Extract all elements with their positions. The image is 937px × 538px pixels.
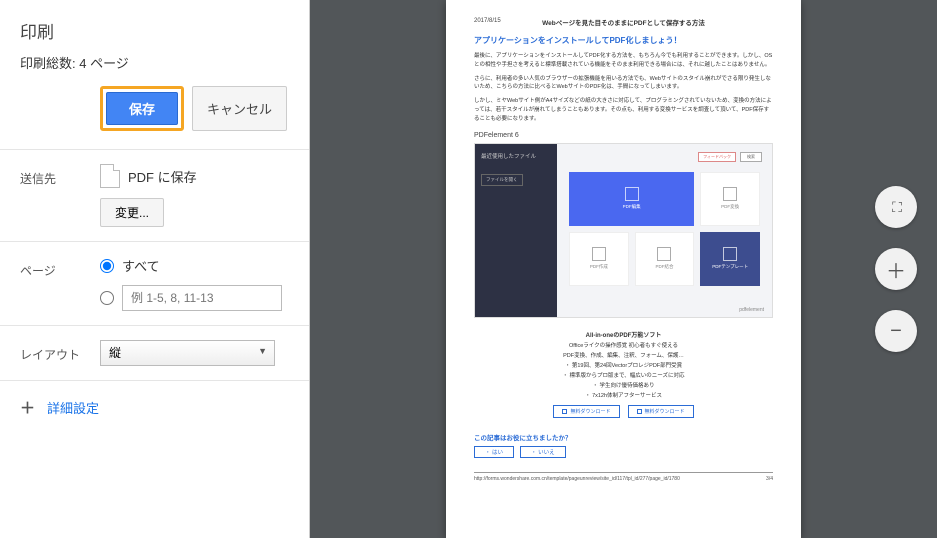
footer-page: 3/4 [766, 476, 773, 482]
preview-page: 2017/8/15 Webページを見た目そのままにPDFとして保存する方法 アプ… [446, 0, 801, 538]
save-button[interactable]: 保存 [106, 92, 178, 125]
zoom-in-button[interactable]: ＋ [875, 248, 917, 290]
app-tile-convert: PDF変換 [700, 172, 760, 226]
pages-range-input[interactable] [122, 285, 282, 311]
pages-section: ページ すべて [0, 241, 309, 325]
layout-label: レイアウト [20, 340, 80, 363]
promo-download-1: 無料ダウンロード [553, 405, 619, 418]
feedback-block: この記事はお役に立ちましたか？ ・ はい ・ いいえ [474, 432, 773, 458]
app-tag-search: 検索 [740, 152, 762, 162]
page-footer: http://forms.wondershare.com.cn/template… [474, 472, 773, 482]
pages-label: ページ [20, 256, 80, 279]
app-sidebar: 最近使用したファイル ファイルを開く [475, 144, 557, 317]
page-p1: 最後に、アプリケーションをインストールしてPDF化する方法を、もちろん今でも利用… [474, 52, 773, 70]
promo-line1: Officeライクの操作感覚 初心者もすぐ使える [474, 341, 773, 349]
plus-icon: ＋ [886, 255, 906, 284]
panel-title: 印刷 [20, 18, 289, 43]
app-screenshot: 最近使用したファイル ファイルを開く フィードバック 検索 PDF編集 PDF変… [474, 143, 773, 318]
destination-label: 送信先 [20, 164, 80, 187]
page-h2: アプリケーションをインストールしてPDF化しましょう！ [474, 35, 773, 46]
change-destination-button[interactable]: 変更... [100, 198, 164, 227]
pages-range-radio[interactable] [100, 291, 114, 305]
app-sidebar-btn: ファイルを開く [481, 174, 523, 186]
cancel-button[interactable]: キャンセル [192, 86, 287, 131]
promo-download-2: 無料ダウンロード [628, 405, 694, 418]
promo-title: All-in-oneのPDF万能ソフト [474, 330, 773, 339]
app-tile-create: PDF作成 [569, 232, 629, 286]
page-h3: PDFelement 6 [474, 132, 773, 139]
promo-bullet2: ・ 標準版からプロ版まで、幅広いのニーズに対応 [474, 371, 773, 379]
promo-bullet3: ・ 学生向け優待価格あり [474, 381, 773, 389]
fit-button[interactable]: ⛶ [875, 186, 917, 228]
zoom-controls: ⛶ ＋ − [875, 186, 917, 352]
promo-line2: PDF変換、作成、編集、注釈、フォーム、保護… [474, 351, 773, 359]
app-sidebar-title: 最近使用したファイル [481, 152, 551, 160]
destination-value: PDF に保存 [128, 167, 197, 186]
footer-url: http://forms.wondershare.com.cn/template… [474, 476, 680, 482]
promo-bullet1: ・ 第19回、第24回VectorプロレジPDF部門受賞 [474, 361, 773, 369]
advanced-label[interactable]: 詳細設定 [47, 398, 99, 417]
pages-range-row[interactable] [100, 285, 289, 311]
page-p3: しかし、ミヤWebサイト側がA4サイズなどの紙の大きさに対応して、プログラミング… [474, 97, 773, 123]
download-icon [562, 409, 567, 414]
app-tile-merge: PDF結合 [635, 232, 695, 286]
fit-icon: ⛶ [892, 199, 900, 216]
template-icon [723, 247, 737, 261]
print-panel: 印刷 印刷総数: 4 ページ 保存 キャンセル 送信先 PDF に保存 変更..… [0, 0, 310, 538]
download-icon [637, 409, 642, 414]
pages-all-label: すべて [122, 256, 160, 275]
pages-all-row[interactable]: すべて [100, 256, 289, 275]
feedback-question: この記事はお役に立ちましたか？ [474, 432, 773, 442]
edit-icon [625, 187, 639, 201]
zoom-out-button[interactable]: − [875, 310, 917, 352]
pdf-icon [100, 164, 120, 188]
advanced-section[interactable]: ＋ 詳細設定 [0, 380, 309, 434]
plus-icon: ＋ [20, 397, 35, 418]
save-highlight: 保存 [100, 86, 184, 131]
promo-bullet4: ・ 7x12h体制アフターサービス [474, 391, 773, 399]
feedback-yes: ・ はい [474, 446, 514, 458]
panel-subtitle: 印刷総数: 4 ページ [20, 53, 289, 72]
promo-block: All-in-oneのPDF万能ソフト Officeライクの操作感覚 初心者もす… [474, 330, 773, 418]
minus-icon: − [890, 320, 902, 343]
convert-icon [723, 187, 737, 201]
app-brand: pdfelement [739, 307, 764, 313]
create-icon [592, 247, 606, 261]
destination-section: 送信先 PDF に保存 変更... [0, 149, 309, 241]
feedback-no: ・ いいえ [520, 446, 566, 458]
page-head-title: Webページを見た目そのままにPDFとして保存する方法 [474, 17, 773, 27]
app-main: フィードバック 検索 PDF編集 PDF変換 PDF作成 PDF結合 PDFテン… [557, 144, 772, 317]
pages-all-radio[interactable] [100, 259, 114, 273]
app-tile-template: PDFテンプレート [700, 232, 760, 286]
page-p2: さらに、利用者の多い人気のブラウザーの拡張機能を用いる方法でも、Webサイトのス… [474, 75, 773, 93]
preview-area: 2017/8/15 Webページを見た目そのままにPDFとして保存する方法 アプ… [310, 0, 937, 538]
merge-icon [657, 247, 671, 261]
app-tag-feedback: フィードバック [698, 152, 736, 162]
layout-select[interactable]: 縦 [100, 340, 275, 366]
app-tile-edit: PDF編集 [569, 172, 694, 226]
layout-section: レイアウト 縦 [0, 325, 309, 380]
